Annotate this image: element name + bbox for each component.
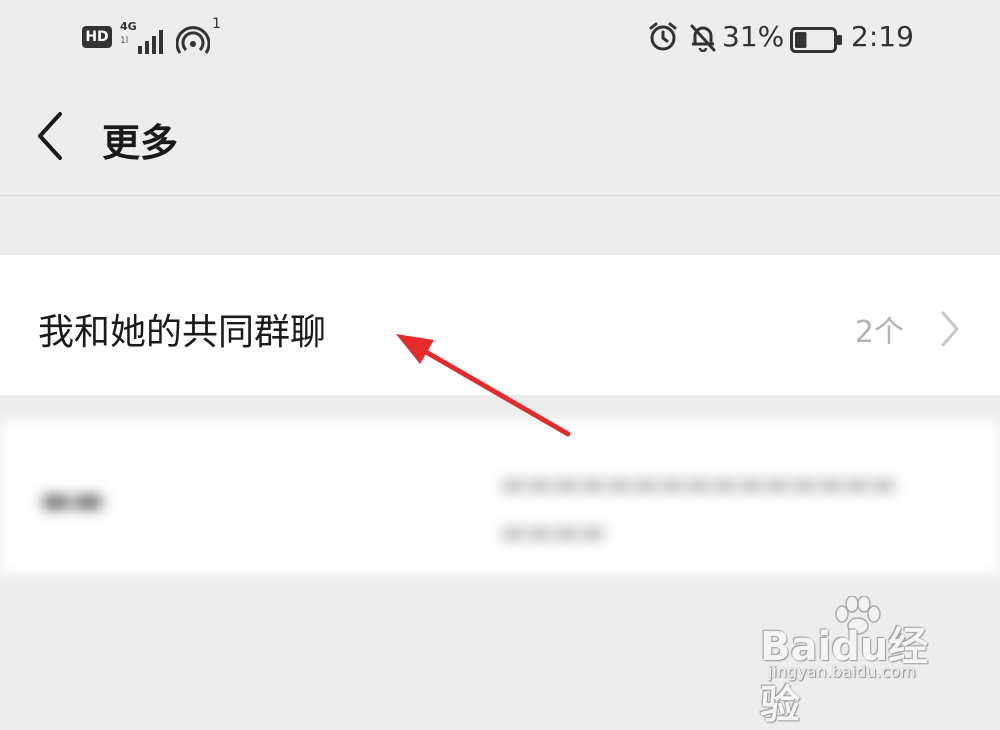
red-arrow-annotation bbox=[396, 334, 571, 437]
signal-icon bbox=[138, 30, 163, 54]
battery-percent: 31% bbox=[722, 20, 785, 53]
page-title: 更多 bbox=[102, 121, 179, 165]
alarm-icon bbox=[649, 22, 677, 51]
network-type: 4G bbox=[120, 20, 137, 33]
nav-bar: 更多 bbox=[0, 80, 1000, 196]
blurred-row: ▬▬ ▬▬▬▬▬▬▬▬▬▬▬▬▬▬▬ ▬▬▬▬ bbox=[0, 420, 1000, 575]
common-groups-count: 2个 bbox=[854, 315, 904, 350]
blurred-description-line: ▬▬▬▬ bbox=[500, 515, 606, 548]
hotspot-count: 1 bbox=[212, 16, 221, 32]
status-bar: HD 4G 1l 1 31% 2:19 bbox=[0, 0, 1000, 80]
blurred-description: ▬▬▬▬▬▬▬▬▬▬▬▬▬▬▬ ▬▬▬▬ bbox=[500, 460, 940, 556]
hotspot-icon bbox=[176, 26, 210, 54]
hd-badge: HD bbox=[82, 26, 112, 48]
common-groups-label: 我和她的共同群聊 bbox=[38, 312, 327, 353]
blurred-description-line: ▬▬▬▬▬▬▬▬▬▬▬▬▬▬▬ bbox=[500, 467, 897, 500]
clock: 2:19 bbox=[851, 20, 914, 53]
blurred-label: ▬▬ bbox=[40, 480, 105, 520]
baidu-watermark: Baidu经验 jingyan.baidu.com bbox=[760, 596, 960, 728]
back-button[interactable] bbox=[28, 108, 72, 164]
watermark-url: jingyan.baidu.com bbox=[768, 662, 916, 681]
bell-off-icon bbox=[690, 24, 716, 52]
chevron-left-icon bbox=[38, 112, 62, 160]
status-right: 31% 2:19 bbox=[648, 18, 918, 58]
battery-icon bbox=[790, 27, 842, 53]
network-activity: 1l bbox=[120, 36, 129, 46]
chevron-right-icon bbox=[941, 311, 959, 347]
